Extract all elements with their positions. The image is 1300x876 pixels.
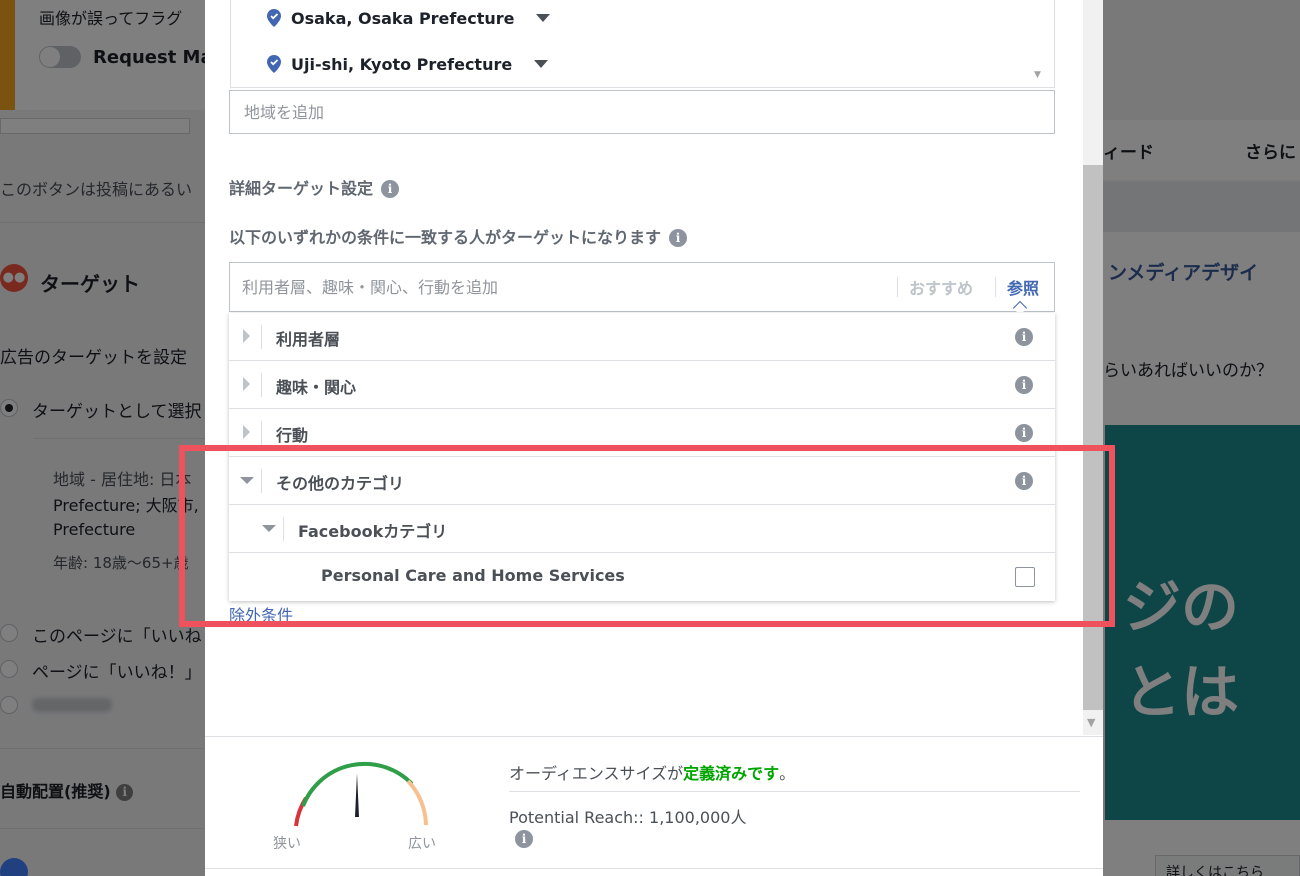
detail-targeting-input[interactable]	[242, 275, 882, 299]
audience-size-text: オーディエンスサイズが定義済みです。	[509, 760, 795, 784]
location-dropdown-icon[interactable]	[534, 60, 549, 68]
divider	[283, 517, 284, 541]
audience-suffix: 。	[779, 764, 796, 783]
audience-prefix: オーディエンスサイズが	[509, 764, 684, 783]
modal-scrollbar-thumb[interactable]	[1083, 165, 1103, 710]
location-name: Osaka, Osaka Prefecture	[291, 8, 515, 28]
match-condition-heading: 以下のいずれかの条件に一致する人がターゲットになります i	[229, 224, 688, 248]
browse-dropdown: 利用者層 i 趣味・関心 i 行動 i その他のカテゴリ i Facebookカ…	[229, 313, 1055, 601]
category-label: 行動	[276, 426, 309, 445]
location-list: Osaka, Osaka Prefecture Uji-shi, Kyoto P…	[230, 0, 1055, 88]
divider	[261, 325, 262, 349]
divider	[995, 277, 996, 297]
gauge-wide-label: 広い	[408, 836, 436, 852]
divider	[205, 736, 1103, 737]
collapse-arrow-icon	[262, 525, 276, 532]
detail-targeting-label: 詳細ターゲット設定	[229, 179, 374, 198]
info-icon[interactable]: i	[1015, 376, 1033, 394]
suggestions-button[interactable]: おすすめ	[909, 275, 973, 299]
category-interests[interactable]: 趣味・関心 i	[229, 361, 1055, 409]
map-pin-icon	[267, 55, 281, 73]
match-condition-label: 以下のいずれかの条件に一致する人がターゲットになります	[229, 228, 662, 247]
scroll-down-arrow-icon[interactable]: ▼	[1087, 716, 1095, 729]
collapse-arrow-icon	[240, 477, 254, 484]
map-pin-icon	[267, 9, 281, 27]
info-icon[interactable]: i	[381, 180, 400, 198]
divider	[897, 277, 898, 297]
info-icon[interactable]: i	[669, 229, 688, 247]
category-label: Personal Care and Home Services	[321, 566, 625, 585]
audience-modal: ▼ Osaka, Osaka Prefecture Uji-shi, Kyoto…	[205, 0, 1103, 876]
category-label: その他のカテゴリ	[276, 474, 405, 493]
divider	[261, 469, 262, 493]
detail-targeting-heading: 詳細ターゲット設定 i	[229, 175, 400, 199]
category-label: 趣味・関心	[276, 378, 357, 397]
info-icon[interactable]: i	[1015, 424, 1033, 442]
category-facebook[interactable]: Facebookカテゴリ	[229, 505, 1055, 553]
location-item[interactable]: Uji-shi, Kyoto Prefecture	[267, 52, 549, 76]
info-icon[interactable]: i	[1015, 328, 1033, 346]
divider	[261, 373, 262, 397]
exclude-link[interactable]: 除外条件	[229, 602, 293, 626]
detail-targeting-field: おすすめ 参照	[229, 262, 1055, 316]
expand-arrow-icon	[243, 377, 250, 391]
divider	[509, 791, 1080, 792]
info-icon[interactable]: i	[515, 830, 533, 848]
audience-status: 定義済みです	[683, 764, 780, 783]
add-region-input[interactable]	[229, 90, 1055, 134]
category-checkbox[interactable]	[1015, 567, 1035, 587]
expand-arrow-icon	[243, 329, 250, 343]
divider	[261, 421, 262, 445]
divider	[205, 868, 1103, 869]
location-dropdown-icon[interactable]	[536, 14, 551, 22]
category-personal-care[interactable]: Personal Care and Home Services	[229, 553, 1055, 601]
info-icon[interactable]: i	[1015, 472, 1033, 490]
gauge-narrow-label: 狭い	[273, 836, 301, 852]
category-label: Facebookカテゴリ	[298, 522, 448, 541]
location-name: Uji-shi, Kyoto Prefecture	[291, 54, 513, 74]
list-scroll-down-icon[interactable]: ▼	[1034, 70, 1041, 80]
location-item[interactable]: Osaka, Osaka Prefecture	[267, 6, 551, 30]
gauge-broad-arc	[406, 779, 428, 826]
browse-button[interactable]: 参照	[1007, 275, 1039, 299]
category-demographics[interactable]: 利用者層 i	[229, 313, 1055, 361]
potential-reach: Potential Reach:: 1,100,000人	[509, 808, 747, 827]
expand-arrow-icon	[243, 425, 250, 439]
category-behaviors[interactable]: 行動 i	[229, 409, 1055, 457]
category-label: 利用者層	[276, 330, 341, 349]
gauge-needle	[355, 773, 359, 817]
category-more[interactable]: その他のカテゴリ i	[229, 457, 1055, 505]
